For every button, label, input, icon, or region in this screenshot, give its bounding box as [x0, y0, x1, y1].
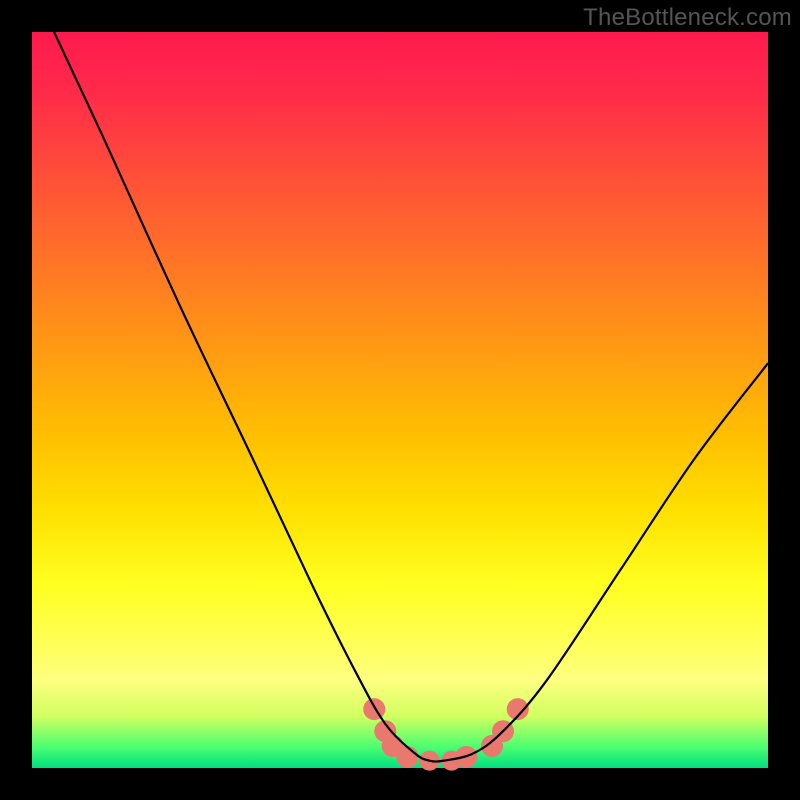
plot-area	[32, 32, 768, 768]
highlight-dot	[396, 746, 418, 768]
curve-layer	[32, 32, 768, 768]
highlight-dot	[363, 698, 385, 720]
bottleneck-curve	[54, 32, 768, 762]
outer-frame: TheBottleneck.com	[0, 0, 800, 800]
watermark-text: TheBottleneck.com	[583, 4, 792, 32]
